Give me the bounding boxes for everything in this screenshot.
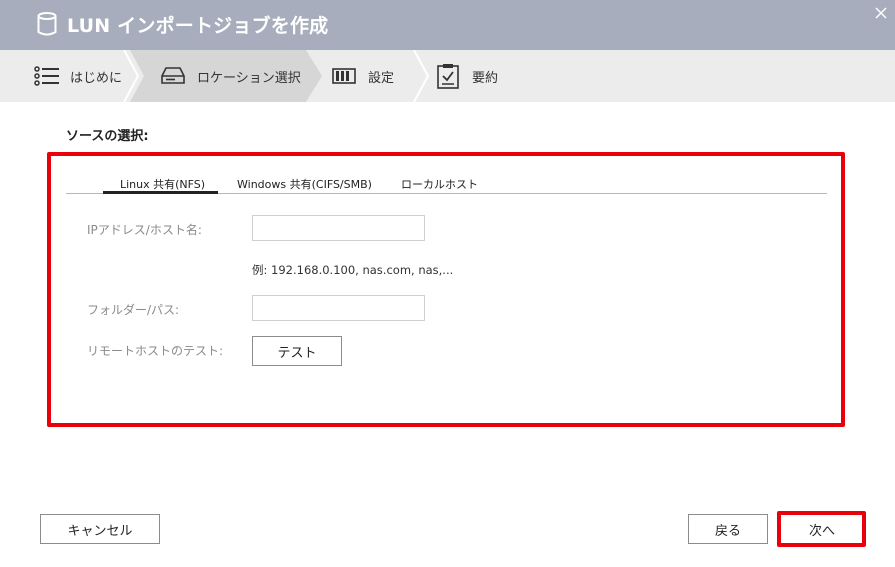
ip-label: IPアドレス/ホスト名: [87,223,202,237]
cancel-button[interactable]: キャンセル [40,514,160,544]
settings-bar-icon [332,68,356,84]
wizard-steps: はじめに ロケーション選択 設定 要約 [0,50,895,102]
ip-host-input[interactable] [252,215,425,241]
close-icon[interactable] [874,6,888,20]
tab-nfs[interactable]: Linux 共有(NFS) [120,176,205,192]
folder-path-input[interactable] [252,295,425,321]
step-label: 要約 [472,70,499,86]
tab-localhost[interactable]: ローカルホスト [401,176,478,192]
step-label: 設定 [368,70,395,86]
folder-label: フォルダー/パス: [87,303,180,317]
step-label: はじめに [70,70,123,86]
step-label: ロケーション選択 [197,70,301,86]
active-tab-indicator [103,191,218,194]
section-title: ソースの選択: [66,129,149,144]
window-title: LUN インポートジョブを作成 [67,15,329,37]
clipboard-check-icon [437,64,459,89]
back-button[interactable]: 戻る [688,514,768,544]
title-bar: LUN インポートジョブを作成 [0,0,895,50]
remote-test-label: リモートホストのテスト: [87,344,224,358]
step-summary[interactable]: 要約 [437,50,498,102]
drive-icon [161,67,185,84]
step-settings[interactable]: 設定 [332,50,394,102]
list-icon [34,66,59,86]
ip-hint: 例: 192.168.0.100, nas.com, nas,... [252,263,454,277]
database-icon [37,12,57,36]
step-intro[interactable]: はじめに [34,50,122,102]
step-separator [413,50,430,102]
test-button[interactable]: テスト [252,336,342,366]
tab-cifs-smb[interactable]: Windows 共有(CIFS/SMB) [237,176,372,192]
next-highlight-frame [777,511,866,547]
step-location[interactable]: ロケーション選択 [161,50,301,102]
step-separator [123,50,140,102]
